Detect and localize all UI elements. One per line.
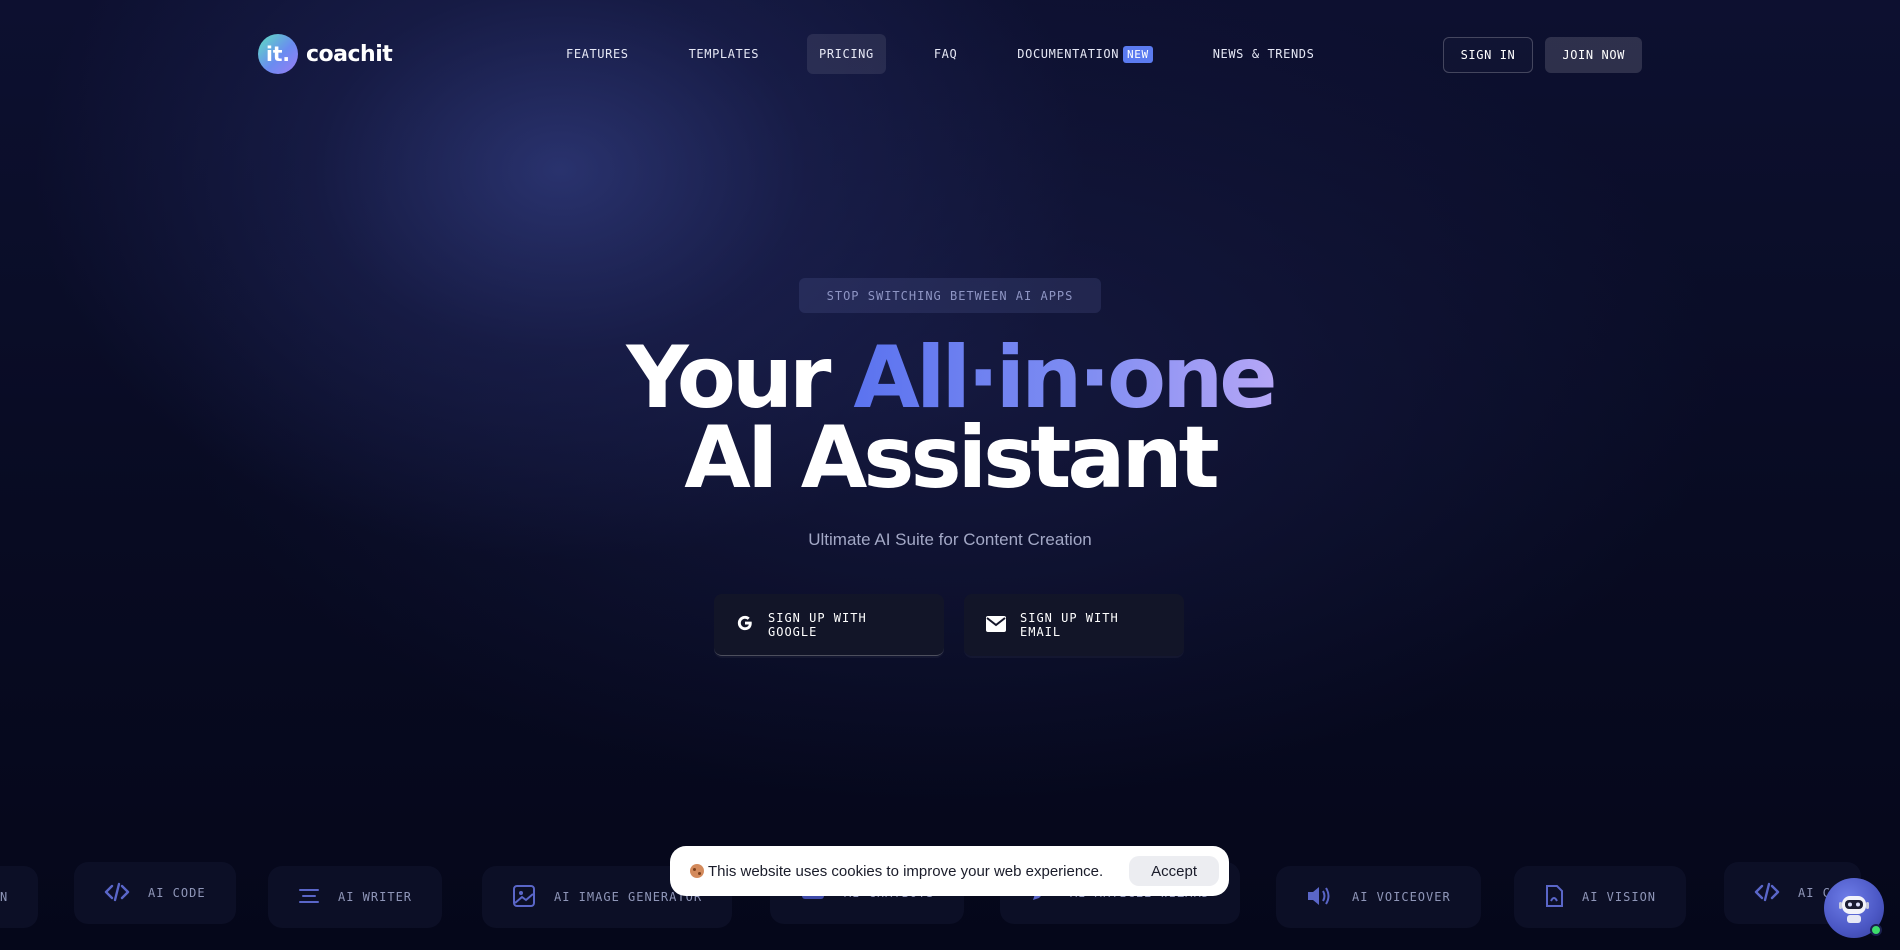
feature-card[interactable]: AI VOICEOVER: [1276, 866, 1481, 928]
cookie-icon: [690, 864, 704, 878]
chatbot-launcher[interactable]: [1824, 878, 1884, 938]
nav-documentation-label: DOCUMENTATION: [1017, 47, 1120, 61]
nav-faq[interactable]: FAQ: [922, 34, 969, 74]
top-navigation: it. coachit FEATURES TEMPLATES PRICING F…: [258, 34, 1642, 76]
cookie-banner: This website uses cookies to improve you…: [670, 846, 1229, 896]
image-icon: [512, 884, 536, 911]
accept-cookies-button[interactable]: Accept: [1129, 856, 1219, 886]
main-menu: FEATURES TEMPLATES PRICING FAQ DOCUMENTA…: [554, 34, 1326, 74]
feature-card[interactable]: AI VISION: [1514, 866, 1687, 928]
signup-buttons: SIGN UP WITH GOOGLE SIGN UP WITH EMAIL: [714, 594, 1184, 656]
feature-label: N: [0, 890, 9, 904]
document-icon: [1544, 884, 1564, 911]
brand-logo[interactable]: it. coachit: [258, 34, 393, 74]
auth-buttons: SIGN IN JOIN NOW: [1442, 37, 1642, 73]
nav-features[interactable]: FEATURES: [554, 34, 641, 74]
sign-in-button[interactable]: SIGN IN: [1442, 37, 1534, 73]
lines-icon: [298, 887, 320, 908]
nav-templates[interactable]: TEMPLATES: [677, 34, 771, 74]
feature-card[interactable]: AI WRITER: [268, 866, 443, 928]
feature-card[interactable]: AI CODE: [74, 862, 236, 924]
nav-documentation[interactable]: DOCUMENTATION NEW: [1005, 34, 1164, 74]
code-icon: [1754, 882, 1780, 905]
headline-line2: AI Assistant: [684, 408, 1220, 508]
join-now-button[interactable]: JOIN NOW: [1545, 37, 1642, 73]
cookie-text: This website uses cookies to improve you…: [708, 862, 1104, 880]
feature-label: AI VOICEOVER: [1352, 890, 1451, 904]
logo-mark-icon: it.: [258, 34, 298, 74]
feature-label: AI CODE: [148, 886, 206, 900]
code-icon: [104, 882, 130, 905]
sign-up-email-button[interactable]: SIGN UP WITH EMAIL: [964, 594, 1184, 656]
feature-card[interactable]: N: [0, 866, 38, 928]
new-badge: NEW: [1123, 45, 1153, 63]
feature-label: AI WRITER: [338, 890, 413, 904]
robot-icon: [1834, 886, 1874, 931]
google-icon: [736, 614, 754, 635]
feature-label: AI VISION: [1582, 890, 1657, 904]
sign-up-google-button[interactable]: SIGN UP WITH GOOGLE: [714, 594, 944, 656]
hero-subtitle: Ultimate AI Suite for Content Creation: [808, 530, 1092, 549]
sign-up-email-label: SIGN UP WITH EMAIL: [1020, 611, 1119, 639]
envelope-icon: [986, 615, 1006, 635]
nav-news-trends[interactable]: NEWS & TRENDS: [1201, 34, 1327, 74]
tagline-pill: STOP SWITCHING BETWEEN AI APPS: [799, 278, 1101, 313]
nav-pricing[interactable]: PRICING: [807, 34, 886, 74]
online-status-dot: [1870, 924, 1882, 936]
sign-up-google-label: SIGN UP WITH GOOGLE: [768, 610, 867, 639]
speaker-icon: [1306, 885, 1334, 910]
hero-headline: Your All·in·one AI Assistant: [450, 335, 1450, 501]
brand-name: coachit: [306, 41, 393, 67]
